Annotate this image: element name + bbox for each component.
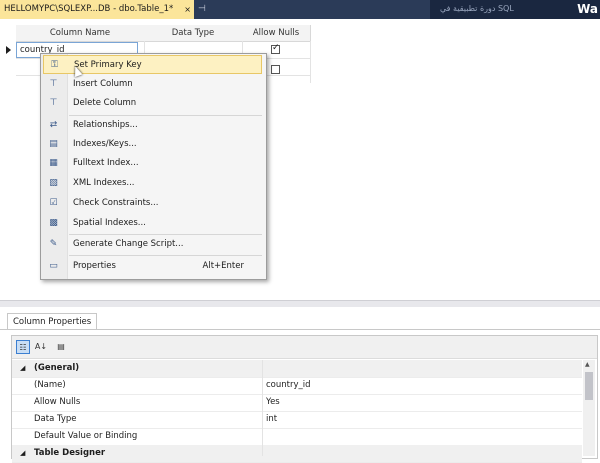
menu-item-label: Delete Column	[73, 98, 137, 108]
delete-column-icon: ⊤	[49, 98, 58, 108]
property-category-table-designer[interactable]: ◢ Table Designer	[12, 445, 582, 463]
scrollbar-thumb[interactable]	[585, 372, 593, 400]
tab-column-properties[interactable]: Column Properties	[7, 313, 98, 330]
spatial-index-icon: ▩	[49, 218, 58, 228]
menu-item-check-constraints[interactable]: ☑ Check Constraints...	[43, 194, 262, 213]
alphabetical-icon[interactable]: A↓	[34, 340, 48, 354]
menu-item-xml-indexes[interactable]: ▧ XML Indexes...	[43, 174, 262, 193]
menu-item-label: Relationships...	[73, 120, 138, 130]
allow-nulls-checkbox[interactable]: ✓	[271, 43, 280, 54]
check-constraints-icon: ☑	[49, 198, 58, 208]
grid-divider	[310, 41, 311, 83]
xml-index-icon: ▧	[49, 178, 58, 188]
data-type-header[interactable]: Data Type	[144, 25, 243, 42]
menu-item-relationships[interactable]: ⇄ Relationships...	[43, 116, 262, 135]
banner-logo: Wa	[577, 2, 598, 16]
property-name: Data Type	[34, 414, 77, 424]
property-category-label: Table Designer	[34, 448, 106, 458]
property-category-general[interactable]: ◢ (General)	[12, 360, 582, 378]
close-icon[interactable]: ×	[184, 0, 191, 19]
property-name: Allow Nulls	[34, 397, 81, 407]
scroll-up-icon[interactable]: ▲	[585, 361, 590, 368]
property-column-divider	[262, 360, 263, 456]
column-properties-pane: Column Properties ☷ A↓ ▤ ◢ (General) (Na…	[0, 307, 600, 463]
video-banner: دورة تطبيقية في SQL Wa	[430, 0, 600, 19]
document-tab-strip: HELLOMYPC\SQLEXP...DB - dbo.Table_1* × ⊣…	[0, 0, 600, 19]
check-mark-icon: ✓	[272, 43, 280, 53]
menu-item-indexes-keys[interactable]: ▤ Indexes/Keys...	[43, 135, 262, 154]
current-row-indicator	[6, 46, 11, 54]
property-name: Default Value or Binding	[34, 431, 138, 441]
menu-item-delete-column[interactable]: ⊤ Delete Column	[43, 94, 262, 113]
property-pages-icon[interactable]: ▤	[54, 340, 68, 354]
relationships-icon: ⇄	[49, 120, 58, 130]
menu-item-label: Fulltext Index...	[73, 158, 139, 168]
menu-separator	[69, 255, 262, 256]
menu-item-label: Spatial Indexes...	[73, 218, 146, 228]
key-icon: ⚿	[51, 60, 58, 70]
menu-item-label: Check Constraints...	[73, 198, 159, 208]
menu-item-fulltext-index[interactable]: ▦ Fulltext Index...	[43, 154, 262, 173]
pin-icon[interactable]: ⊣	[198, 4, 206, 14]
collapse-icon[interactable]: ◢	[20, 360, 25, 377]
context-menu: ⚿ Set Primary Key ⊤ Insert Column ⊤ Dele…	[40, 53, 267, 280]
property-grid-toolbar: ☷ A↓ ▤	[12, 336, 597, 359]
document-tab-title: HELLOMYPC\SQLEXP...DB - dbo.Table_1*	[4, 4, 174, 14]
insert-column-icon: ⊤	[49, 79, 58, 89]
document-tab[interactable]: HELLOMYPC\SQLEXP...DB - dbo.Table_1* ×	[0, 0, 194, 19]
menu-item-insert-column[interactable]: ⊤ Insert Column	[43, 75, 262, 94]
menu-item-label: Insert Column	[73, 79, 133, 89]
indexes-icon: ▤	[49, 139, 58, 149]
menu-item-label: XML Indexes...	[73, 178, 135, 188]
categorized-icon[interactable]: ☷	[16, 340, 30, 354]
banner-text: دورة تطبيقية في SQL	[440, 4, 514, 13]
menu-item-generate-change-script[interactable]: ✎ Generate Change Script...	[43, 235, 262, 254]
fulltext-index-icon: ▦	[49, 158, 58, 168]
property-name: (Name)	[34, 380, 66, 390]
collapse-icon[interactable]: ◢	[20, 445, 25, 462]
property-value[interactable]: country_id	[266, 377, 311, 394]
property-value[interactable]: int	[266, 411, 277, 428]
property-grid-scrollbar[interactable]: ▲	[583, 360, 595, 456]
property-row-data-type[interactable]: Data Type int	[12, 411, 582, 429]
menu-item-label: Properties	[73, 261, 116, 271]
menu-item-label: Set Primary Key	[74, 60, 142, 70]
properties-icon: ▭	[49, 261, 58, 271]
property-row-allow-nulls[interactable]: Allow Nulls Yes	[12, 394, 582, 412]
menu-item-properties[interactable]: ▭ Properties Alt+Enter	[43, 257, 262, 276]
property-category-label: (General)	[34, 363, 80, 373]
column-name-header[interactable]: Column Name	[16, 25, 145, 42]
menu-item-label: Generate Change Script...	[73, 239, 184, 249]
allow-nulls-checkbox[interactable]	[271, 65, 280, 74]
script-icon: ✎	[49, 239, 58, 249]
menu-item-label: Indexes/Keys...	[73, 139, 137, 149]
property-value[interactable]: Yes	[266, 394, 280, 411]
tab-underline	[0, 329, 600, 330]
menu-item-spatial-indexes[interactable]: ▩ Spatial Indexes...	[43, 214, 262, 233]
allow-nulls-header[interactable]: Allow Nulls	[242, 25, 311, 42]
property-row-name[interactable]: (Name) country_id	[12, 377, 582, 395]
property-row-default-value[interactable]: Default Value or Binding	[12, 428, 582, 446]
menu-item-shortcut: Alt+Enter	[202, 261, 244, 271]
property-grid: ☷ A↓ ▤ ◢ (General) (Name) country_id All…	[11, 335, 598, 463]
